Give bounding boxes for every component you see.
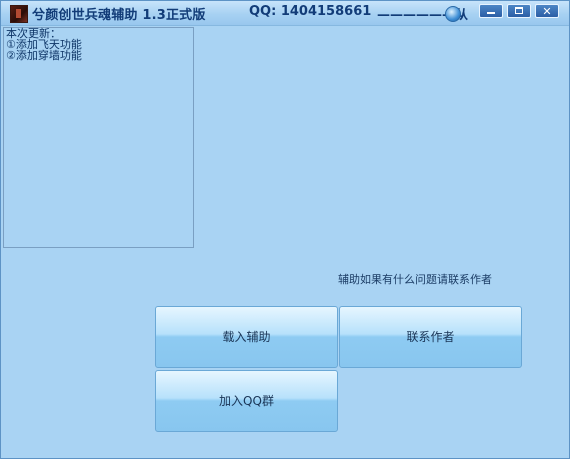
app-icon	[10, 5, 28, 23]
help-notice: 辅助如果有什么问题请联系作者	[338, 273, 492, 286]
title-bar[interactable]: 兮颜创世兵魂辅助 1.3正式版 QQ: 1404158661 ——————从 .…	[1, 1, 569, 26]
minimize-button[interactable]	[479, 4, 503, 18]
load-assist-button[interactable]: 载入辅助	[155, 306, 338, 368]
update-item: ②添加穿墙功能	[6, 49, 82, 62]
contact-author-button[interactable]: 联系作者	[339, 306, 522, 368]
qq-number: QQ: 1404158661	[249, 4, 372, 19]
maximize-button[interactable]	[507, 4, 531, 18]
main-window: 兮颜创世兵魂辅助 1.3正式版 QQ: 1404158661 ——————从 .…	[0, 0, 570, 459]
close-button[interactable]: ✕	[535, 4, 559, 18]
join-qq-group-button[interactable]: 加入QQ群	[155, 370, 338, 432]
avatar-icon	[445, 6, 461, 22]
window-title: 兮颜创世兵魂辅助 1.3正式版	[32, 8, 206, 23]
close-icon: ✕	[542, 5, 552, 18]
update-notes-box[interactable]: 本次更新： ①添加飞天功能 ②添加穿墙功能	[3, 27, 194, 248]
author-suffix: .	[461, 4, 466, 19]
